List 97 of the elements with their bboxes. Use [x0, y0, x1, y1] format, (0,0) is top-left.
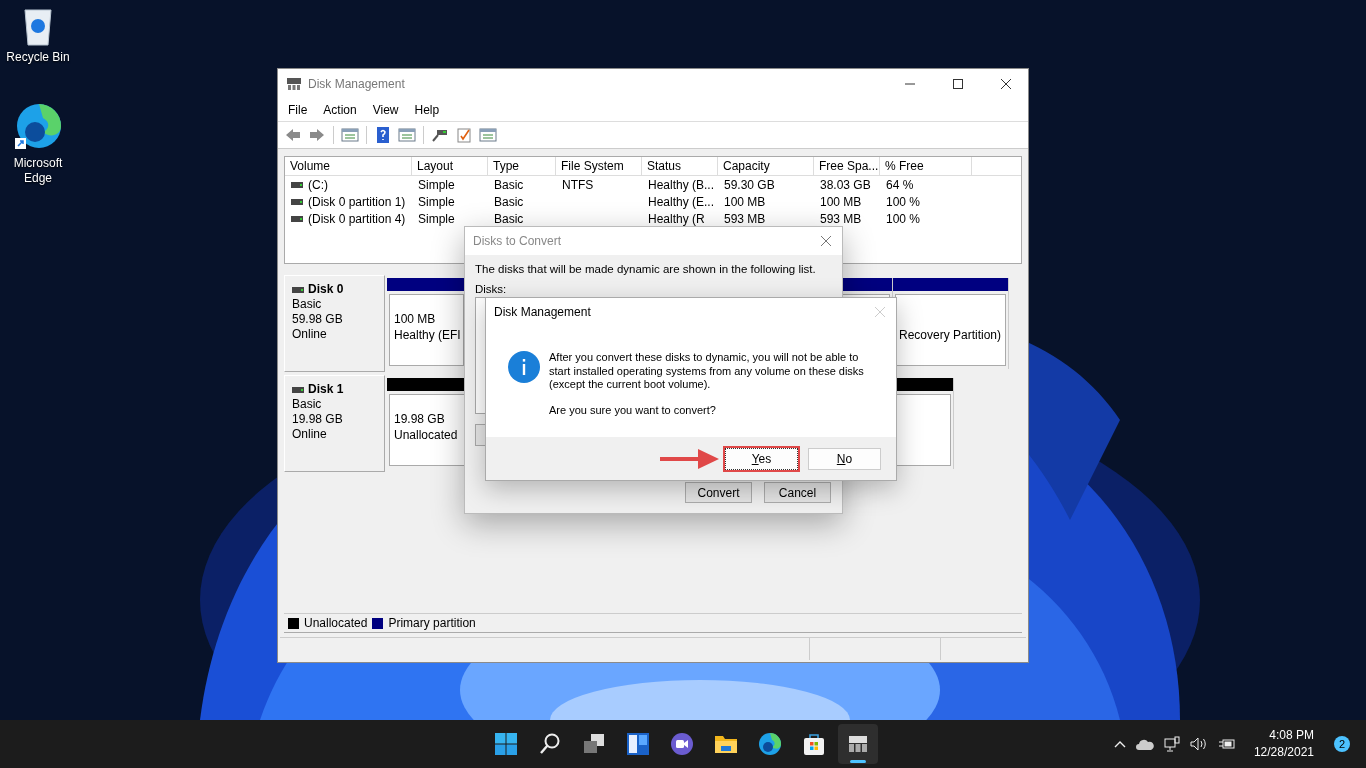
column-header[interactable]: % Free — [880, 157, 972, 175]
close-icon — [874, 306, 886, 318]
table-cell: Healthy (R — [648, 211, 705, 226]
menu-item[interactable]: Help — [406, 102, 448, 117]
dialog-button[interactable]: No — [808, 447, 881, 470]
disk-size: 59.98 GB — [292, 312, 344, 327]
disk-info-panel[interactable]: Disk 1 Basic 19.98 GB Online — [284, 375, 385, 472]
disk-status: Online — [292, 427, 328, 442]
disk-management-icon — [286, 76, 302, 91]
close-icon[interactable] — [1000, 77, 1012, 90]
dialog-button[interactable]: Yes — [725, 447, 798, 470]
disk-type: Basic — [292, 297, 323, 312]
time: 4:08 PM — [1269, 727, 1314, 744]
table-cell: 593 MB — [820, 211, 862, 226]
window-title: Disk Management — [308, 76, 405, 91]
dialog-message: The disks that will be made dynamic are shown in the following list. — [475, 263, 817, 275]
table-cell: NTFS — [562, 177, 594, 192]
partition-text: 100 MB — [394, 311, 436, 327]
column-header[interactable]: Layout — [412, 157, 488, 175]
legend-label: Unallocated — [304, 616, 368, 630]
table-cell: (Disk 0 partition 4) — [308, 211, 406, 226]
table-cell: (Disk 0 partition 1) — [308, 194, 406, 209]
partition-text: 19.98 GB — [394, 411, 445, 427]
list-label: Disks: — [475, 283, 508, 295]
table-cell: (C:) — [308, 177, 328, 192]
disk-size: 19.98 GB — [292, 412, 344, 427]
table-cell: 38.03 GB — [820, 177, 871, 192]
dialog-title: Disks to Convert — [473, 234, 562, 248]
column-header[interactable]: Free Spa... — [814, 157, 880, 175]
date: 12/28/2021 — [1253, 744, 1314, 761]
column-header[interactable]: Volume — [285, 157, 412, 175]
cloud-icon[interactable] — [1135, 738, 1154, 750]
dialog-message: After you convert these disks to dynamic, you will not be able to start installed operating systems from any volume on these disks (except the current boot volume). — [549, 351, 865, 392]
table-cell: Basic — [494, 194, 524, 209]
desktop-icon-label[interactable]: Microsoft Edge — [5, 156, 71, 186]
network-icon[interactable] — [1163, 736, 1180, 752]
drive-icon — [292, 286, 304, 293]
maximize-icon[interactable] — [952, 77, 964, 90]
search-icon — [538, 732, 562, 756]
battery-icon[interactable] — [1217, 737, 1236, 751]
taskbar-button[interactable] — [838, 724, 878, 764]
recycle-bin-icon[interactable] — [23, 6, 53, 46]
table-cell: 59.30 GB — [724, 177, 775, 192]
column-header[interactable]: File System — [556, 157, 642, 175]
dialog-question: Are you sure you want to convert? — [549, 403, 717, 417]
table-cell: Basic — [494, 211, 524, 226]
disk-type: Basic — [292, 397, 323, 412]
dialog-title: Disk Management — [494, 305, 591, 319]
column-header[interactable]: Status — [642, 157, 718, 175]
partition-text: Unallocated — [394, 427, 458, 443]
table-cell: Healthy (B... — [648, 177, 715, 192]
table-cell: Simple — [418, 177, 455, 192]
menu-item[interactable]: View — [364, 102, 407, 117]
info-icon — [508, 351, 540, 383]
chevron-up-icon[interactable] — [1113, 740, 1126, 748]
task-view-icon — [582, 732, 606, 756]
console-tree-button[interactable] — [339, 125, 361, 145]
table-cell: 100 MB — [724, 194, 766, 209]
browser-icon — [758, 732, 782, 756]
chat-icon — [670, 732, 694, 756]
properties-button[interactable] — [477, 125, 499, 145]
table-cell: Basic — [494, 177, 524, 192]
partition-text: Healthy (EFI — [394, 327, 461, 343]
table-cell: Simple — [418, 194, 455, 209]
menu-item[interactable]: Action — [315, 102, 365, 117]
drive-icon — [292, 386, 304, 393]
disk-info-panel[interactable]: Disk 0 Basic 59.98 GB Online — [284, 275, 385, 372]
dialog-button[interactable]: Cancel — [764, 482, 831, 503]
dialog-button[interactable]: Convert — [685, 482, 752, 503]
drive-icon — [291, 198, 303, 205]
start-icon — [494, 732, 518, 756]
column-header[interactable]: Type — [488, 157, 556, 175]
table-cell: 100 MB — [820, 194, 862, 209]
partition-text: Recovery Partition) — [899, 327, 1002, 343]
table-cell: 100 % — [886, 211, 921, 226]
drive-icon — [291, 215, 303, 222]
edge-logo-icon[interactable] — [13, 102, 63, 152]
disk-name: Disk 0 — [308, 282, 344, 297]
widgets-icon — [626, 732, 650, 756]
legend-label: Primary partition — [388, 616, 476, 630]
table-cell: 593 MB — [724, 211, 766, 226]
pointer-arrow — [658, 446, 720, 471]
drive-icon — [291, 181, 303, 188]
table-cell: Simple — [418, 211, 455, 226]
table-cell: 100 % — [886, 194, 921, 209]
desktop-icon-label[interactable]: Recycle Bin — [5, 50, 71, 65]
column-header[interactable]: Capacity — [718, 157, 814, 175]
disk-status: Online — [292, 327, 328, 342]
table-cell: Healthy (E... — [648, 194, 715, 209]
store-bag-icon — [802, 732, 826, 756]
action-pane-button[interactable] — [396, 125, 418, 145]
clock[interactable]: 4:08 PM 12/28/2021 — [1253, 727, 1314, 761]
speaker-icon[interactable] — [1189, 737, 1208, 751]
notification-badge[interactable]: 2 — [1334, 736, 1350, 752]
disk-name: Disk 1 — [308, 382, 344, 397]
table-cell: 64 % — [886, 177, 914, 192]
menu-item[interactable]: File — [280, 102, 316, 117]
